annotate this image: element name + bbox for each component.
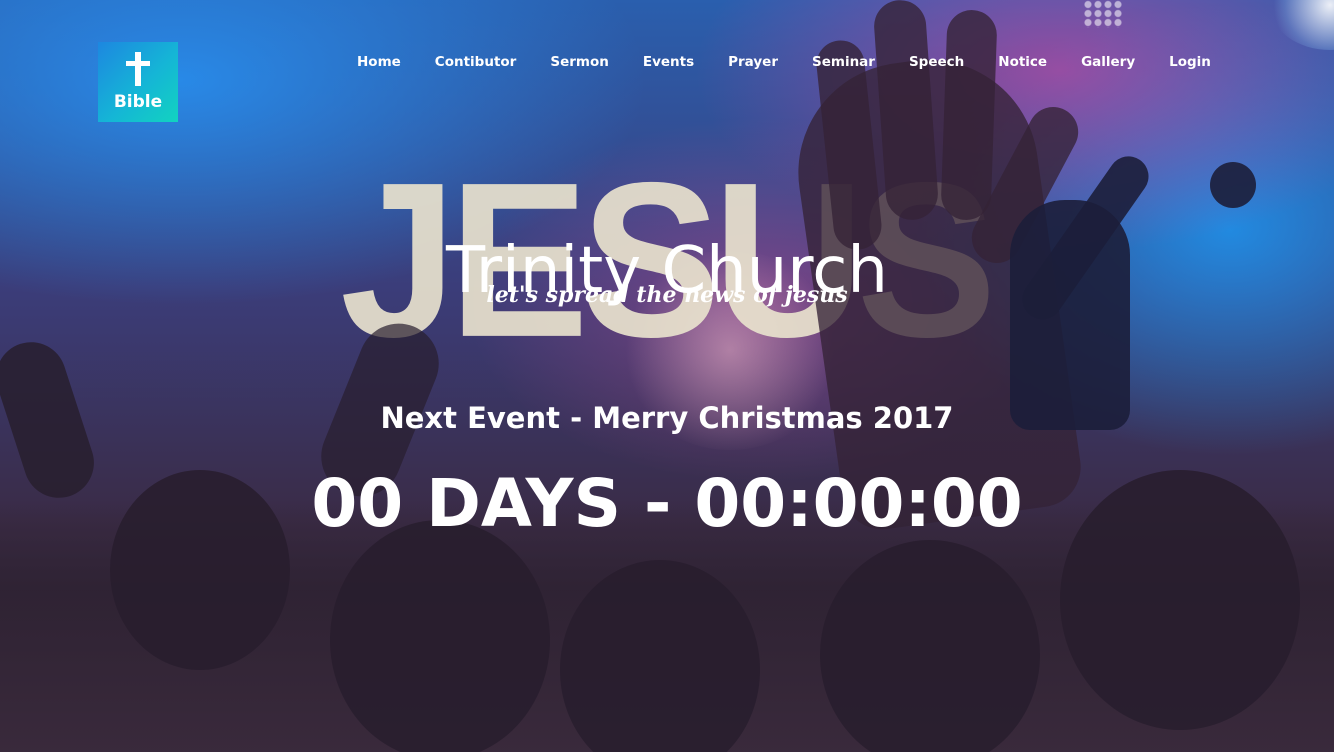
finger-silhouette <box>940 9 998 221</box>
next-event-heading: Next Event - Merry Christmas 2017 <box>380 401 954 435</box>
nav-item-home[interactable]: Home <box>340 53 418 71</box>
hero-section: JESUS Bible Home Contibutor Sermon Event… <box>0 0 1334 752</box>
logo-link[interactable]: Bible <box>98 42 178 122</box>
cross-icon <box>126 52 150 86</box>
logo-label: Bible <box>113 92 163 112</box>
stage-light-glow <box>1270 0 1334 50</box>
crowd-head <box>330 520 550 752</box>
nav-item-speech[interactable]: Speech <box>892 53 981 71</box>
main-nav: Home Contibutor Sermon Events Prayer Sem… <box>340 53 1228 71</box>
tagline: let's spread the news of jesus <box>486 282 848 308</box>
stage-light-dots <box>1083 0 1123 28</box>
nav-item-notice[interactable]: Notice <box>981 53 1064 71</box>
nav-item-gallery[interactable]: Gallery <box>1064 53 1152 71</box>
nav-item-events[interactable]: Events <box>626 53 711 71</box>
nav-item-login[interactable]: Login <box>1152 53 1228 71</box>
nav-item-sermon[interactable]: Sermon <box>533 53 626 71</box>
nav-item-contibutor[interactable]: Contibutor <box>418 53 534 71</box>
event-countdown: 00 DAYS - 00:00:00 <box>311 465 1023 542</box>
raised-fist-silhouette <box>1210 162 1256 208</box>
nav-item-seminar[interactable]: Seminar <box>795 53 892 71</box>
nav-item-prayer[interactable]: Prayer <box>711 53 795 71</box>
